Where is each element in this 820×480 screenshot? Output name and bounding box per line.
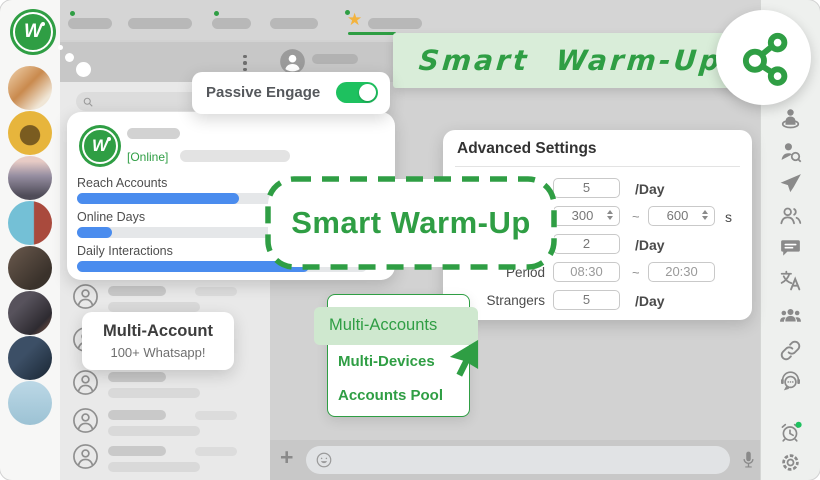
contact-placeholder-icon (72, 407, 99, 434)
bubble-dot (58, 45, 63, 50)
contact-placeholder-icon (72, 369, 99, 396)
contact-avatar-icon[interactable] (279, 48, 306, 75)
contact-placeholder-icon (72, 443, 99, 470)
period-start-input[interactable]: 08:30 (553, 262, 620, 282)
chat-list-item[interactable] (60, 407, 270, 447)
setting-suffix: /Day (635, 237, 665, 253)
group-icon[interactable] (778, 303, 803, 328)
app-logo[interactable]: W (10, 9, 56, 55)
message-input[interactable] (306, 446, 730, 474)
tab-placeholder[interactable] (128, 18, 192, 29)
send-icon[interactable] (778, 171, 803, 196)
attach-plus-icon[interactable]: + (280, 444, 293, 471)
account-name-placeholder (127, 128, 180, 139)
smart-warmup-stamp-title: Smart Warm-Up (291, 205, 531, 240)
link-icon[interactable] (778, 338, 803, 363)
setting-label: Strangers (486, 293, 545, 308)
menu-item-multi-devices[interactable]: Multi-Devices (338, 353, 435, 370)
user-search-icon[interactable] (778, 139, 803, 164)
chat-list-item[interactable] (60, 443, 270, 480)
contact-name-placeholder (312, 54, 358, 64)
share-icon (742, 32, 787, 86)
range-tilde: ~ (632, 209, 640, 224)
notification-dot-icon (795, 421, 802, 428)
support-icon[interactable] (778, 368, 803, 393)
avatar[interactable] (8, 291, 52, 335)
unread-dot-icon (70, 11, 75, 16)
chat-icon[interactable] (778, 235, 803, 260)
user-status-icon[interactable] (778, 105, 803, 130)
alarm-icon[interactable] (778, 420, 803, 445)
advanced-settings-title: Advanced Settings (457, 140, 597, 157)
tab-placeholder[interactable] (212, 18, 251, 29)
metric-label: Online Days (77, 210, 146, 224)
contacts-icon[interactable] (778, 203, 803, 228)
avatar[interactable] (8, 246, 52, 290)
passive-engage-toggle[interactable] (336, 82, 378, 103)
divider (455, 166, 740, 167)
account-info-placeholder (180, 150, 290, 162)
star-icon[interactable]: ★ (347, 11, 362, 28)
online-status-label: [Online] (127, 150, 169, 164)
per-day-input-2[interactable]: 2 (553, 234, 620, 254)
settings-icon[interactable] (778, 450, 803, 475)
avatar[interactable] (8, 111, 52, 155)
avatar[interactable] (8, 336, 52, 380)
metric-label: Daily Interactions (77, 244, 173, 258)
account-rail: W (0, 0, 60, 480)
search-icon (83, 97, 93, 107)
setting-row: Strangers 5 /Day (457, 290, 738, 310)
smart-warmup-stamp: Smart Warm-Up (264, 175, 558, 271)
avatar[interactable] (8, 381, 52, 425)
tab-placeholder[interactable] (68, 18, 112, 29)
avatar[interactable] (8, 201, 52, 245)
passive-engage-card: Passive Engage (192, 72, 390, 114)
setting-suffix: /Day (635, 181, 665, 197)
bubble-dot (76, 62, 91, 77)
menu-item-label: Multi-Accounts (329, 316, 438, 334)
app-logo-small: W (79, 125, 121, 167)
progress-fill (77, 193, 240, 204)
chat-list-item[interactable] (60, 369, 270, 409)
translate-icon[interactable] (778, 268, 803, 293)
progress-fill (77, 227, 112, 238)
share-badge (716, 10, 811, 105)
multi-account-title: Multi-Account (103, 322, 213, 340)
bubble-dot (65, 53, 74, 62)
promo-banner: Smart Warm-Up (393, 33, 749, 88)
menu-item-accounts-pool[interactable]: Accounts Pool (338, 387, 443, 404)
multi-account-subtitle: 100+ Whatsapp! (110, 345, 206, 360)
setting-unit: s (725, 209, 732, 225)
per-day-input-1[interactable]: 5 (553, 178, 620, 198)
period-end-input[interactable]: 20:30 (648, 262, 715, 282)
promo-banner-title: Smart Warm-Up (417, 44, 725, 77)
passive-engage-label: Passive Engage (206, 84, 321, 101)
emoji-icon[interactable] (315, 451, 333, 469)
tab-placeholder[interactable] (270, 18, 318, 29)
tab-active-placeholder[interactable] (368, 18, 422, 29)
setting-suffix: /Day (635, 293, 665, 309)
multi-account-card: Multi-Account 100+ Whatsapp! (82, 312, 234, 370)
message-input-bar: + (270, 440, 760, 480)
range-tilde: ~ (632, 265, 640, 280)
contact-placeholder-icon (72, 283, 99, 310)
app-window: ★ W + Smart Warm-Up Passive Engage W [On… (0, 0, 820, 480)
cursor-pointer-icon (448, 338, 480, 380)
avatar[interactable] (8, 156, 52, 200)
unread-dot-icon (214, 11, 219, 16)
microphone-icon[interactable] (738, 449, 759, 470)
metric-label: Reach Accounts (77, 176, 168, 190)
active-tab-underline (348, 32, 396, 35)
strangers-input[interactable]: 5 (553, 290, 620, 310)
avatar[interactable] (8, 66, 52, 110)
